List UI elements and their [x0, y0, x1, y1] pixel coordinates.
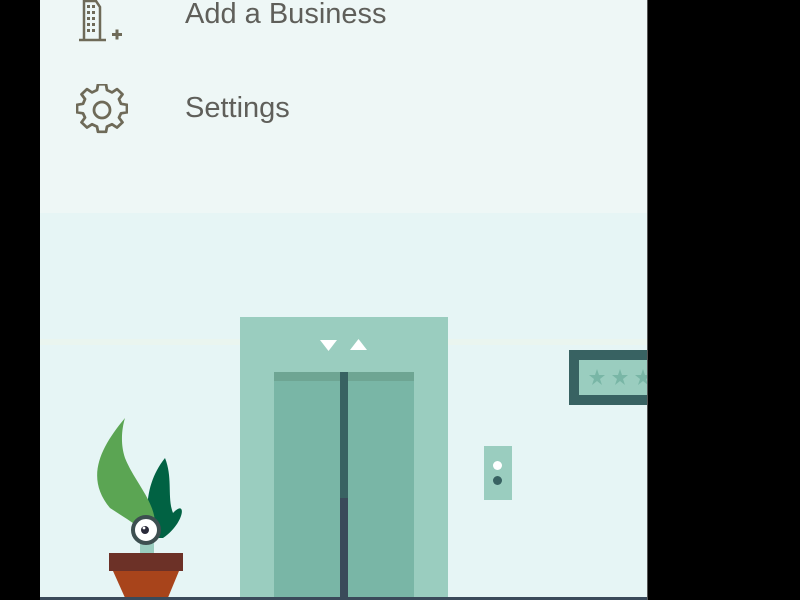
rating-sign — [569, 350, 647, 405]
pot-body — [113, 571, 179, 600]
lobby-illustration — [40, 213, 647, 600]
elevator-call-panel — [484, 446, 512, 500]
call-button-up — [493, 461, 502, 470]
rating-sign-panel — [579, 360, 647, 395]
elevator-down-arrow-icon — [320, 340, 337, 351]
building-add-icon — [76, 0, 128, 47]
pot-rim — [109, 553, 183, 571]
gear-icon — [75, 83, 129, 136]
elevator-up-arrow-icon — [350, 339, 367, 350]
star-icon — [589, 369, 647, 385]
elevator-door-seam-lower — [340, 498, 348, 600]
call-button-down — [493, 476, 502, 485]
navigation-drawer: Add a Business Settings — [40, 0, 648, 600]
menu-item-label: Settings — [185, 92, 290, 124]
menu-item-label: Add a Business — [185, 0, 387, 30]
elevator-door-right — [348, 381, 414, 600]
elevator — [240, 317, 448, 600]
potted-plant — [95, 418, 195, 600]
menu-item-settings[interactable]: Settings — [40, 65, 647, 155]
menu-item-add-business[interactable]: Add a Business — [40, 0, 647, 60]
elevator-door-left — [274, 381, 340, 600]
